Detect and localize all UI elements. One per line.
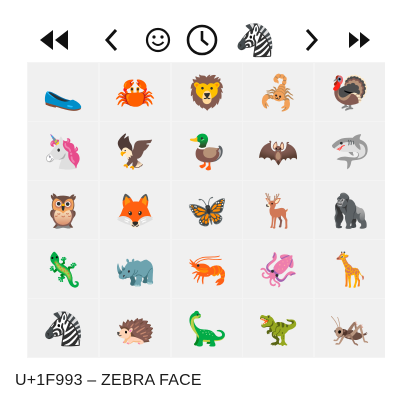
- emoji-cell[interactable]: 🥿: [28, 63, 98, 121]
- turkey-emoji: 🦃: [329, 72, 371, 112]
- zebra-emoji: 🦓: [42, 308, 84, 348]
- emoji-cell[interactable]: 🦗: [315, 299, 385, 357]
- emoji-cell[interactable]: 🦐: [172, 240, 242, 298]
- eagle-emoji: 🦅: [114, 131, 156, 171]
- emoji-cell[interactable]: 🦎: [28, 240, 98, 298]
- rhinoceros-emoji: 🦏: [114, 249, 156, 289]
- double-chevron-left-icon: [40, 30, 68, 50]
- gorilla-emoji: 🦍: [329, 190, 371, 230]
- duck-emoji: 🦆: [186, 131, 228, 171]
- emoji-cell[interactable]: 🦋: [172, 181, 242, 239]
- emoji-cell[interactable]: 🦕: [172, 299, 242, 357]
- emoji-cell[interactable]: 🦄: [28, 122, 98, 180]
- zebra-icon: 🦓: [235, 21, 275, 59]
- unicorn-emoji: 🦄: [42, 131, 84, 171]
- t-rex-emoji: 🦖: [257, 308, 299, 348]
- emoji-cell[interactable]: 🦖: [243, 299, 313, 357]
- emoji-cell[interactable]: 🦇: [243, 122, 313, 180]
- emoji-cell[interactable]: 🦊: [100, 181, 170, 239]
- next-button[interactable]: [298, 20, 324, 60]
- smiley-icon: [145, 27, 171, 53]
- owl-emoji: 🦉: [42, 190, 84, 230]
- hedgehog-emoji: 🦔: [114, 308, 156, 348]
- shrimp-emoji: 🦐: [186, 249, 228, 289]
- previous-button[interactable]: [99, 20, 125, 60]
- first-page-button[interactable]: [37, 20, 73, 60]
- sauropod-emoji: 🦕: [186, 308, 228, 348]
- emoji-cell[interactable]: 🦈: [315, 122, 385, 180]
- deer-emoji: 🦌: [257, 190, 299, 230]
- emoji-picker-panel: 🦓 🥿 🦀 🦁 🦂 🦃 🦄 🦅 🦆 🦇 🦈 🦉 🦊 🦋 🦌 🦍 🦎 🦏 🦐 🦑 …: [27, 18, 385, 398]
- emoji-cell[interactable]: 🦒: [315, 240, 385, 298]
- cricket-emoji: 🦗: [329, 308, 371, 348]
- emoji-cell[interactable]: 🦓: [28, 299, 98, 357]
- emoji-toolbar: 🦓: [27, 18, 385, 62]
- emoji-cell[interactable]: 🦑: [243, 240, 313, 298]
- chevron-right-icon: [305, 28, 319, 52]
- bat-emoji: 🦇: [257, 131, 299, 171]
- crab-emoji: 🦀: [114, 72, 156, 112]
- last-page-button[interactable]: [345, 20, 375, 60]
- butterfly-emoji: 🦋: [186, 190, 228, 230]
- smileys-category-button[interactable]: [143, 20, 173, 60]
- shark-emoji: 🦈: [329, 131, 371, 171]
- clock-icon: [186, 24, 218, 56]
- emoji-cell[interactable]: 🦉: [28, 181, 98, 239]
- lizard-emoji: 🦎: [42, 249, 84, 289]
- emoji-cell[interactable]: 🦏: [100, 240, 170, 298]
- emoji-cell[interactable]: 🦍: [315, 181, 385, 239]
- lion-emoji: 🦁: [186, 72, 228, 112]
- giraffe-emoji: 🦒: [329, 249, 371, 289]
- emoji-cell[interactable]: 🦁: [172, 63, 242, 121]
- emoji-cell[interactable]: 🦀: [100, 63, 170, 121]
- emoji-cell[interactable]: 🦅: [100, 122, 170, 180]
- emoji-cell[interactable]: 🦌: [243, 181, 313, 239]
- recent-category-button[interactable]: [185, 20, 219, 60]
- double-chevron-right-icon: [349, 32, 370, 48]
- emoji-cell[interactable]: 🦔: [100, 299, 170, 357]
- chevron-left-icon: [104, 28, 118, 52]
- emoji-cell[interactable]: 🦂: [243, 63, 313, 121]
- emoji-name-status: U+1F993 – ZEBRA FACE: [15, 372, 202, 389]
- emoji-cell[interactable]: 🦆: [172, 122, 242, 180]
- emoji-cell[interactable]: 🦃: [315, 63, 385, 121]
- squid-emoji: 🦑: [257, 249, 299, 289]
- fox-emoji: 🦊: [114, 190, 156, 230]
- animals-category-button[interactable]: 🦓: [233, 20, 277, 60]
- scorpion-emoji: 🦂: [257, 72, 299, 112]
- emoji-grid: 🥿 🦀 🦁 🦂 🦃 🦄 🦅 🦆 🦇 🦈 🦉 🦊 🦋 🦌 🦍 🦎 🦏 🦐 🦑 🦒 …: [27, 62, 385, 358]
- flat-shoe-emoji: 🥿: [42, 72, 84, 112]
